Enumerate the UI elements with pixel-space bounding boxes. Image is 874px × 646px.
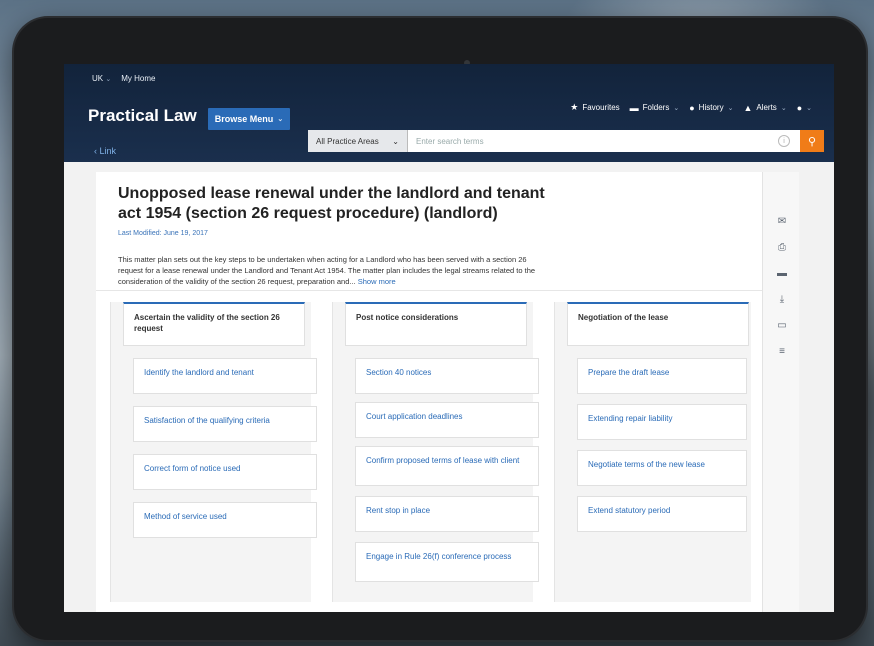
search-icon: ⚲: [807, 135, 817, 148]
show-more-link[interactable]: Show more: [358, 277, 396, 286]
chevron-down-icon: ⌄: [806, 104, 812, 112]
clock-icon: ●: [689, 102, 695, 113]
folder-icon: ▬: [629, 102, 639, 113]
task-card[interactable]: Satisfaction of the qualifying criteria: [133, 406, 317, 442]
page-title: Unopposed lease renewal under the landlo…: [118, 185, 545, 222]
region-selector[interactable]: UK ⌄: [92, 74, 111, 83]
lane-validity: Ascertain the validity of the section 26…: [110, 302, 317, 602]
lane-post-notice: Post notice considerations Section 40 no…: [332, 302, 539, 602]
user-icon: ●: [796, 102, 803, 113]
task-card[interactable]: Engage in Rule 26(f) conference process: [355, 542, 539, 582]
search-bar: All Practice Areas ⌄ i ⚲: [308, 130, 824, 152]
divider: [96, 290, 762, 291]
chevron-down-icon: ⌄: [673, 104, 680, 112]
alerts-link[interactable]: ▲ Alerts ⌄: [743, 103, 786, 113]
document-icon[interactable]: ≡: [776, 346, 788, 358]
user-menu[interactable]: ● ⌄: [797, 103, 812, 113]
utility-bar: UK ⌄ My Home: [92, 74, 155, 83]
chevron-down-icon: ⌄: [105, 76, 112, 83]
chevron-down-icon: ⌄: [727, 104, 734, 112]
chevron-down-icon: ⌄: [392, 136, 399, 146]
info-icon[interactable]: i: [778, 135, 790, 147]
lane-negotiation: Negotiation of the lease Prepare the dra…: [554, 302, 751, 602]
folders-link[interactable]: ▬ Folders ⌄: [630, 103, 680, 113]
task-card[interactable]: Correct form of notice used: [133, 454, 317, 490]
header-nav: ★ Favourites ▬ Folders ⌄ ● History ⌄ ▲ Alerts ⌄…: [570, 102, 812, 113]
task-card[interactable]: Court application deadlines: [355, 402, 539, 438]
brand-logo[interactable]: Practical Law: [88, 106, 197, 126]
my-home-link[interactable]: My Home: [121, 74, 155, 83]
task-card[interactable]: Identify the landlord and tenant: [133, 358, 317, 394]
task-card[interactable]: Extending repair liability: [577, 404, 747, 440]
task-card[interactable]: Negotiate terms of the new lease: [577, 450, 747, 486]
lane-heading: Negotiation of the lease: [567, 302, 749, 346]
print-icon[interactable]: ⎙: [776, 242, 788, 254]
lane-heading: Ascertain the validity of the section 26…: [123, 302, 305, 346]
task-card[interactable]: Rent stop in place: [355, 496, 539, 532]
screen: UK ⌄ My Home Practical Law Browse Menu ⌄ …: [64, 64, 834, 612]
chevron-down-icon: ⌄: [277, 116, 284, 123]
task-card[interactable]: Prepare the draft lease: [577, 358, 747, 394]
task-card[interactable]: Confirm proposed terms of lease with cli…: [355, 446, 539, 486]
back-link[interactable]: ‹ Link: [94, 146, 116, 156]
document-summary: This matter plan sets out the key steps …: [118, 255, 536, 286]
tools-sidebar: ✉ ⎙ ▬ ⤓ ▭ ≡: [762, 172, 799, 612]
bell-icon: ▲: [743, 102, 753, 113]
download-icon[interactable]: ⤓: [776, 294, 788, 306]
browse-menu-button[interactable]: Browse Menu ⌄: [208, 108, 290, 130]
email-icon[interactable]: ✉: [776, 216, 788, 228]
star-icon: ★: [570, 102, 579, 112]
search-button[interactable]: ⚲: [800, 130, 824, 152]
history-link[interactable]: ● History ⌄: [689, 103, 733, 113]
practice-area-select[interactable]: All Practice Areas ⌄: [308, 130, 408, 152]
annotate-icon[interactable]: ▭: [776, 320, 788, 332]
document-panel: Unopposed lease renewal under the landlo…: [96, 172, 762, 612]
search-input[interactable]: [408, 130, 800, 152]
header: UK ⌄ My Home Practical Law Browse Menu ⌄ …: [64, 64, 834, 162]
task-card[interactable]: Extend statutory period: [577, 496, 747, 532]
lane-heading: Post notice considerations: [345, 302, 527, 346]
task-card[interactable]: Section 40 notices: [355, 358, 539, 394]
favourites-link[interactable]: ★ Favourites: [570, 102, 619, 113]
last-modified: Last Modified: June 19, 2017: [118, 230, 208, 237]
task-card[interactable]: Method of service used: [133, 502, 317, 538]
folder-icon[interactable]: ▬: [776, 268, 788, 280]
chevron-down-icon: ⌄: [780, 104, 787, 112]
